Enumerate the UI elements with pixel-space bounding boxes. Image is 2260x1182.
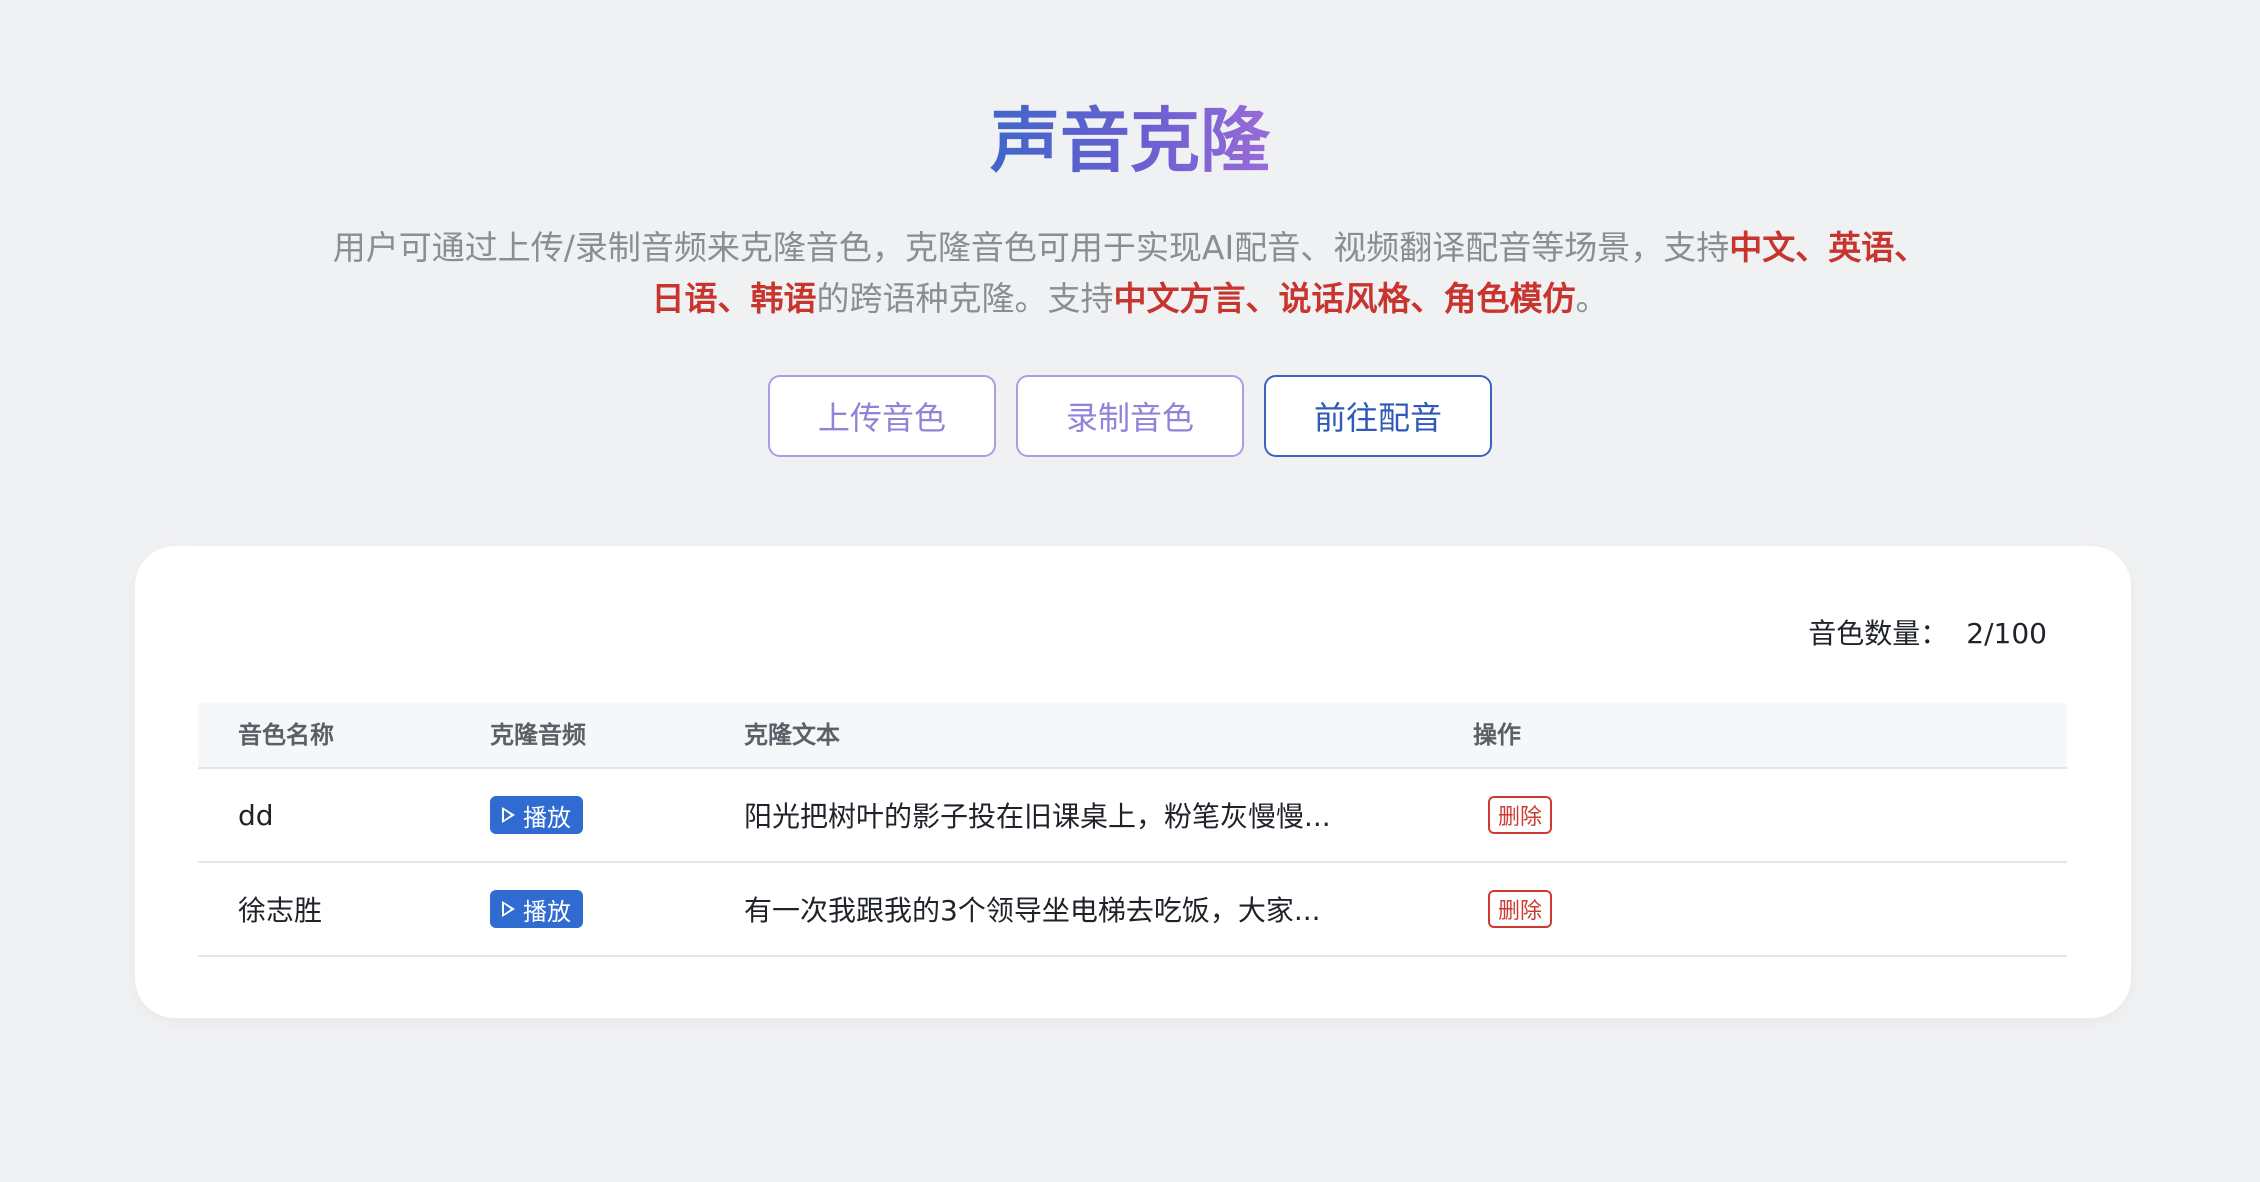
voice-count-value: 2/100 (1966, 617, 2047, 650)
play-button[interactable]: 播放 (490, 796, 583, 834)
column-header-name: 音色名称 (238, 721, 334, 749)
go-to-dubbing-button[interactable]: 前往配音 (1264, 375, 1492, 457)
voice-count-label: 音色数量： (1808, 617, 1949, 650)
delete-button[interactable]: 删除 (1488, 890, 1553, 928)
play-icon (502, 807, 515, 823)
description-highlight-styles: 中文方言、说话风格、角色模仿 (1113, 279, 1576, 318)
clone-text: 有一次我跟我的3个领导坐电梯去吃饭，大家... (744, 894, 1321, 927)
delete-button[interactable]: 删除 (1488, 796, 1553, 834)
table-row: 徐志胜 播放 有一次我跟我的3个领导坐电梯去吃饭，大家... 删除 (198, 863, 2067, 957)
column-header-audio: 克隆音频 (490, 721, 586, 749)
column-header-actions: 操作 (1473, 721, 1521, 749)
play-icon (502, 901, 515, 917)
actions-cell: 删除 (1488, 769, 1553, 861)
voice-name: dd (238, 798, 274, 832)
play-button[interactable]: 播放 (490, 890, 583, 928)
description-text-1: 用户可通过上传/录制音频来克隆音色，克隆音色可用于实现AI配音、视频翻译配音等场… (332, 228, 1730, 267)
action-buttons: 上传音色 录制音色 前往配音 (0, 375, 2260, 457)
play-button-label: 播放 (523, 897, 571, 926)
table-row: dd 播放 阳光把树叶的影子投在旧课桌上，粉笔灰慢慢... 删除 (198, 769, 2067, 863)
record-voice-button[interactable]: 录制音色 (1016, 375, 1244, 457)
table-header: 音色名称 克隆音频 克隆文本 操作 (198, 703, 2067, 769)
page-title-text: 声音克隆 (990, 100, 1270, 182)
description-text-2: 的跨语种克隆。支持 (816, 279, 1114, 318)
page-title: 声音克隆 (0, 96, 2260, 186)
column-header-text: 克隆文本 (744, 721, 840, 749)
page-description: 用户可通过上传/录制音频来克隆音色，克隆音色可用于实现AI配音、视频翻译配音等场… (330, 222, 1930, 324)
upload-voice-button[interactable]: 上传音色 (768, 375, 996, 457)
voice-table: 音色名称 克隆音频 克隆文本 操作 dd 播放 阳光把树叶的影子投在旧课桌上，粉… (198, 703, 2067, 957)
voice-list-card: 音色数量： 2/100 音色名称 克隆音频 克隆文本 操作 dd 播放 阳光把树叶… (135, 546, 2131, 1018)
voice-name: 徐志胜 (238, 894, 323, 927)
description-text-3: 。 (1575, 279, 1609, 318)
clone-text: 阳光把树叶的影子投在旧课桌上，粉笔灰慢慢... (744, 800, 1331, 833)
play-button-label: 播放 (523, 803, 571, 832)
voice-count: 音色数量： 2/100 (1808, 612, 2047, 652)
audio-cell: 播放 (490, 863, 583, 955)
audio-cell: 播放 (490, 769, 583, 861)
actions-cell: 删除 (1488, 863, 1553, 955)
